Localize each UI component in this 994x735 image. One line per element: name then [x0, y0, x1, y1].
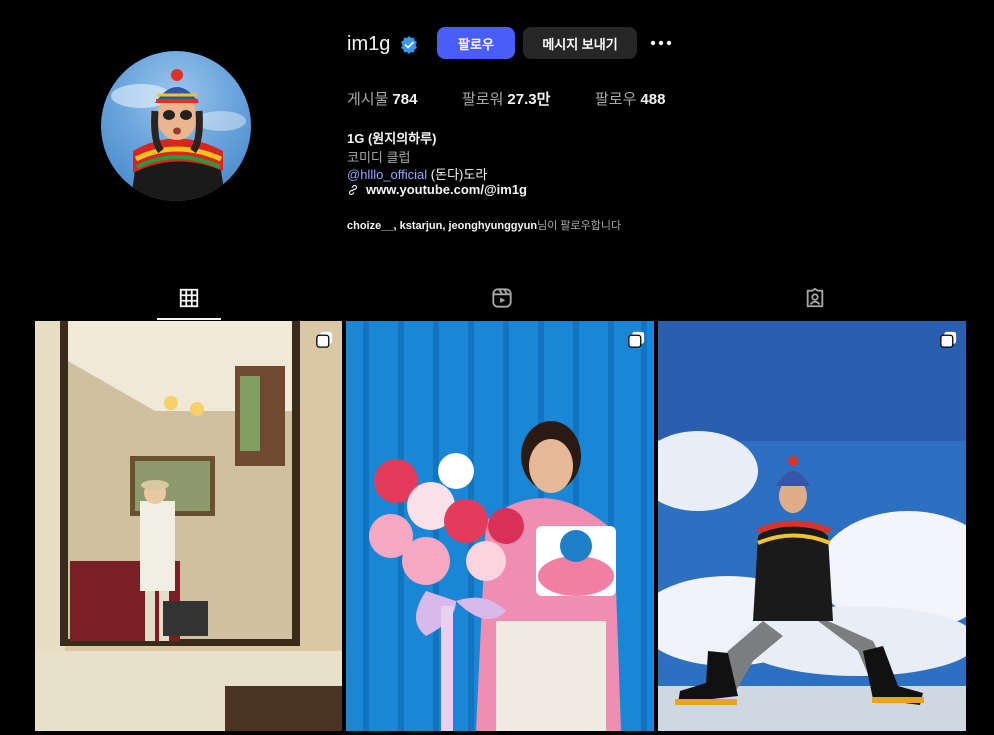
posts-value: 784	[392, 91, 418, 108]
bio-mention-line: @hlllo_official (돈다)도라	[347, 164, 487, 183]
grid-icon	[179, 288, 199, 308]
post-thumbnail[interactable]	[346, 321, 654, 731]
bio-link-text: www.youtube.com/@im1g	[366, 182, 527, 197]
followed-by-names: choize__, kstarjun, jeonghyunggyun	[347, 220, 538, 232]
tab-tagged[interactable]	[783, 279, 847, 319]
followers-value: 27.3만	[507, 91, 551, 108]
following-count[interactable]: 팔로우 488	[595, 88, 665, 109]
tab-reels[interactable]	[470, 279, 534, 319]
followers-count[interactable]: 팔로워 27.3만	[462, 88, 550, 109]
profile-avatar[interactable]	[101, 51, 251, 201]
post-thumbnail[interactable]	[35, 321, 342, 731]
post-image-salt-flat	[658, 321, 966, 731]
followed-by-suffix: 님이 팔로우합니다	[537, 220, 622, 232]
carousel-icon	[628, 331, 645, 348]
more-options-icon[interactable]	[648, 32, 674, 54]
profile-username: im1g	[347, 33, 391, 55]
following-label: 팔로우	[595, 91, 637, 108]
followers-label: 팔로워	[462, 91, 504, 108]
post-thumbnail[interactable]	[658, 321, 966, 731]
post-image-balloon-bouquet	[346, 321, 654, 731]
posts-label: 게시물	[347, 91, 389, 108]
tab-posts[interactable]	[157, 279, 221, 319]
bio-external-link[interactable]: www.youtube.com/@im1g	[347, 182, 527, 197]
carousel-icon	[940, 331, 957, 348]
followed-by[interactable]: choize__, kstarjun, jeonghyunggyun님이 팔로우…	[347, 217, 621, 233]
link-icon	[348, 184, 358, 195]
following-value: 488	[640, 91, 666, 108]
verified-badge-icon	[401, 36, 417, 54]
follow-button[interactable]: 팔로우	[437, 27, 515, 59]
posts-count: 게시물 784	[347, 88, 417, 109]
carousel-icon	[316, 331, 333, 348]
bio-mention-suffix: (돈다)도라	[427, 167, 488, 182]
post-image-mirror-selfie	[35, 321, 342, 731]
tab-active-indicator	[157, 318, 221, 320]
bio-name: 1G (원지의하루)	[347, 131, 437, 146]
reels-icon	[492, 288, 512, 308]
tagged-icon	[806, 287, 824, 308]
bio-mention-link[interactable]: @hlllo_official	[347, 167, 427, 182]
message-button[interactable]: 메시지 보내기	[523, 27, 637, 59]
